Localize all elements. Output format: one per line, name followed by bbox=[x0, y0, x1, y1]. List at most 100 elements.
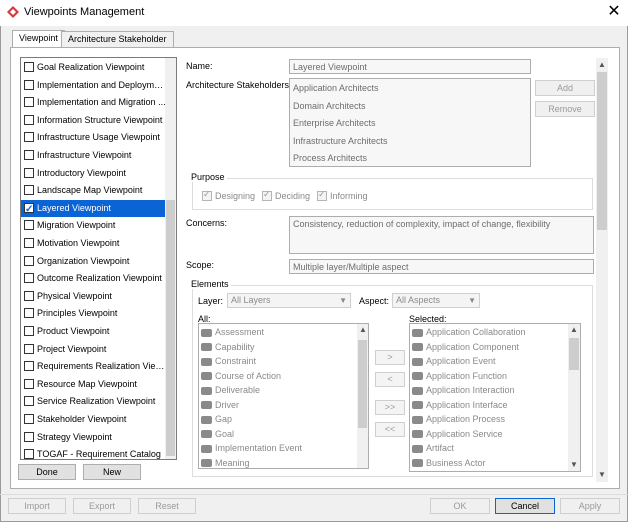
viewpoint-checkbox[interactable] bbox=[24, 361, 34, 372]
viewpoint-checkbox[interactable] bbox=[24, 414, 34, 424]
element-list-item[interactable]: Constraint bbox=[201, 354, 256, 369]
viewpoint-checkbox[interactable] bbox=[24, 273, 34, 284]
viewpoint-item[interactable]: Project Viewpoint bbox=[21, 341, 166, 358]
element-list-item[interactable]: Business Actor bbox=[412, 456, 486, 471]
element-list-item[interactable]: Application Process bbox=[412, 412, 505, 427]
add-all-button[interactable]: >> bbox=[375, 400, 405, 415]
viewpoint-checkbox[interactable] bbox=[24, 290, 34, 301]
element-list-item[interactable]: Gap bbox=[201, 412, 232, 427]
export-button[interactable]: Export bbox=[73, 498, 131, 514]
viewpoint-item[interactable]: Requirements Realization View... bbox=[21, 358, 166, 375]
viewpoint-item[interactable]: Outcome Realization Viewpoint bbox=[21, 270, 166, 287]
element-list-item[interactable]: Application Collaboration bbox=[412, 325, 526, 340]
scroll-up-icon[interactable]: ▲ bbox=[570, 325, 578, 334]
element-list-item[interactable]: Capability bbox=[201, 340, 255, 355]
viewpoint-item[interactable]: Principles Viewpoint bbox=[21, 305, 166, 322]
element-list-item[interactable]: Application Function bbox=[412, 369, 507, 384]
remove-all-button[interactable]: << bbox=[375, 422, 405, 437]
selected-elements-scrollbar[interactable]: ▲ ▼ bbox=[568, 324, 580, 471]
scroll-down-icon[interactable]: ▼ bbox=[598, 470, 606, 479]
close-icon[interactable]: ✕ bbox=[604, 2, 624, 22]
element-list-item[interactable]: Deliverable bbox=[201, 383, 260, 398]
viewpoint-checkbox[interactable] bbox=[24, 449, 34, 459]
viewpoint-item[interactable]: Infrastructure Viewpoint bbox=[21, 147, 166, 164]
viewpoint-item[interactable]: Migration Viewpoint bbox=[21, 217, 166, 234]
element-list-item[interactable]: Application Component bbox=[412, 340, 519, 355]
viewpoint-item[interactable]: Motivation Viewpoint bbox=[21, 235, 166, 252]
scope-field[interactable]: Multiple layer/Multiple aspect bbox=[289, 259, 594, 274]
aspect-dropdown[interactable]: All Aspects ▼ bbox=[392, 293, 480, 308]
element-list-item[interactable]: Goal bbox=[201, 427, 234, 442]
viewpoint-item[interactable]: Physical Viewpoint bbox=[21, 288, 166, 305]
stakeholder-item[interactable]: Domain Architects bbox=[293, 98, 366, 115]
cancel-button[interactable]: Cancel bbox=[495, 498, 555, 514]
viewpoint-item[interactable]: Product Viewpoint bbox=[21, 323, 166, 340]
viewpoint-checkbox[interactable] bbox=[24, 220, 34, 231]
viewpoint-checkbox[interactable] bbox=[24, 79, 34, 90]
viewpoint-item[interactable]: Implementation and Deployme... bbox=[21, 77, 166, 94]
viewpoint-item[interactable]: Goal Realization Viewpoint bbox=[21, 59, 166, 76]
viewpoint-item[interactable]: Stakeholder Viewpoint bbox=[21, 411, 166, 428]
viewpoint-checkbox[interactable] bbox=[24, 114, 34, 125]
layer-dropdown[interactable]: All Layers ▼ bbox=[227, 293, 351, 308]
viewpoint-checkbox[interactable] bbox=[24, 167, 34, 178]
viewpoint-checkbox[interactable] bbox=[24, 201, 34, 217]
viewpoint-item[interactable]: Service Realization Viewpoint bbox=[21, 393, 166, 410]
designing-checkbox[interactable] bbox=[202, 189, 212, 201]
viewpoint-checkbox[interactable] bbox=[24, 343, 34, 354]
viewpoint-checkbox[interactable] bbox=[24, 255, 34, 266]
tab-architecture-stakeholder[interactable]: Architecture Stakeholder bbox=[61, 31, 174, 47]
viewpoint-checkbox[interactable] bbox=[24, 238, 34, 248]
element-list-item[interactable]: Assessment bbox=[201, 325, 264, 340]
add-selected-button[interactable]: > bbox=[375, 350, 405, 365]
done-button[interactable]: Done bbox=[18, 464, 76, 480]
remove-selected-button[interactable]: < bbox=[375, 372, 405, 387]
scroll-down-icon[interactable]: ▼ bbox=[570, 460, 578, 469]
deciding-checkbox[interactable] bbox=[262, 189, 272, 201]
viewpoint-checkbox[interactable] bbox=[24, 132, 34, 143]
scroll-up-icon[interactable]: ▲ bbox=[598, 60, 606, 69]
element-list-item[interactable]: Application Service bbox=[412, 427, 503, 442]
viewpoint-checkbox[interactable] bbox=[24, 326, 34, 336]
viewpoint-item[interactable]: TOGAF - Requirement Catalog bbox=[21, 446, 166, 459]
element-list-item[interactable]: Implementation Event bbox=[201, 441, 302, 456]
scroll-up-icon[interactable]: ▲ bbox=[359, 325, 367, 334]
viewpoint-item[interactable]: Implementation and Migration ... bbox=[21, 94, 166, 111]
name-field[interactable]: Layered Viewpoint bbox=[289, 59, 531, 74]
concerns-field[interactable]: Consistency, reduction of complexity, im… bbox=[289, 216, 594, 254]
viewpoint-checkbox[interactable] bbox=[24, 97, 34, 108]
viewpoint-checkbox[interactable] bbox=[24, 62, 34, 72]
viewpoint-item[interactable]: Introductory Viewpoint bbox=[21, 165, 166, 182]
all-elements-scrollbar[interactable]: ▲ bbox=[357, 324, 368, 468]
viewpoint-checkbox[interactable] bbox=[24, 308, 34, 319]
remove-stakeholder-button[interactable]: Remove bbox=[535, 101, 595, 117]
add-stakeholder-button[interactable]: Add bbox=[535, 80, 595, 96]
stakeholder-item[interactable]: Application Architects bbox=[293, 80, 379, 97]
viewpoint-item[interactable]: Resource Map Viewpoint bbox=[21, 376, 166, 393]
viewpoint-checkbox[interactable] bbox=[24, 396, 34, 407]
stakeholder-item[interactable]: Process Architects bbox=[293, 150, 367, 166]
selected-elements-scroll-thumb[interactable] bbox=[569, 338, 579, 370]
new-button[interactable]: New bbox=[83, 464, 141, 480]
element-list-item[interactable]: Application Event bbox=[412, 354, 496, 369]
element-list-item[interactable]: Application Interaction bbox=[412, 383, 515, 398]
informing-checkbox[interactable] bbox=[317, 189, 327, 201]
form-scroll-thumb[interactable] bbox=[597, 72, 607, 230]
element-list-item[interactable]: Application Interface bbox=[412, 398, 508, 413]
reset-button[interactable]: Reset bbox=[138, 498, 196, 514]
stakeholder-item[interactable]: Infrastructure Architects bbox=[293, 133, 388, 150]
viewpoint-list-scrollbar[interactable] bbox=[165, 58, 176, 459]
viewpoint-list-scroll-thumb[interactable] bbox=[166, 200, 175, 456]
import-button[interactable]: Import bbox=[8, 498, 66, 514]
form-scrollbar[interactable]: ▲ ▼ bbox=[596, 58, 608, 482]
viewpoint-checkbox[interactable] bbox=[24, 431, 34, 442]
stakeholder-item[interactable]: Enterprise Architects bbox=[293, 115, 376, 132]
viewpoint-checkbox[interactable] bbox=[24, 378, 34, 389]
viewpoint-item[interactable]: Landscape Map Viewpoint bbox=[21, 182, 166, 199]
all-elements-scroll-thumb[interactable] bbox=[358, 340, 367, 428]
apply-button[interactable]: Apply bbox=[560, 498, 620, 514]
element-list-item[interactable]: Meaning bbox=[201, 456, 250, 469]
viewpoint-item[interactable]: Strategy Viewpoint bbox=[21, 429, 166, 446]
viewpoint-item[interactable]: Information Structure Viewpoint bbox=[21, 112, 166, 129]
ok-button[interactable]: OK bbox=[430, 498, 490, 514]
